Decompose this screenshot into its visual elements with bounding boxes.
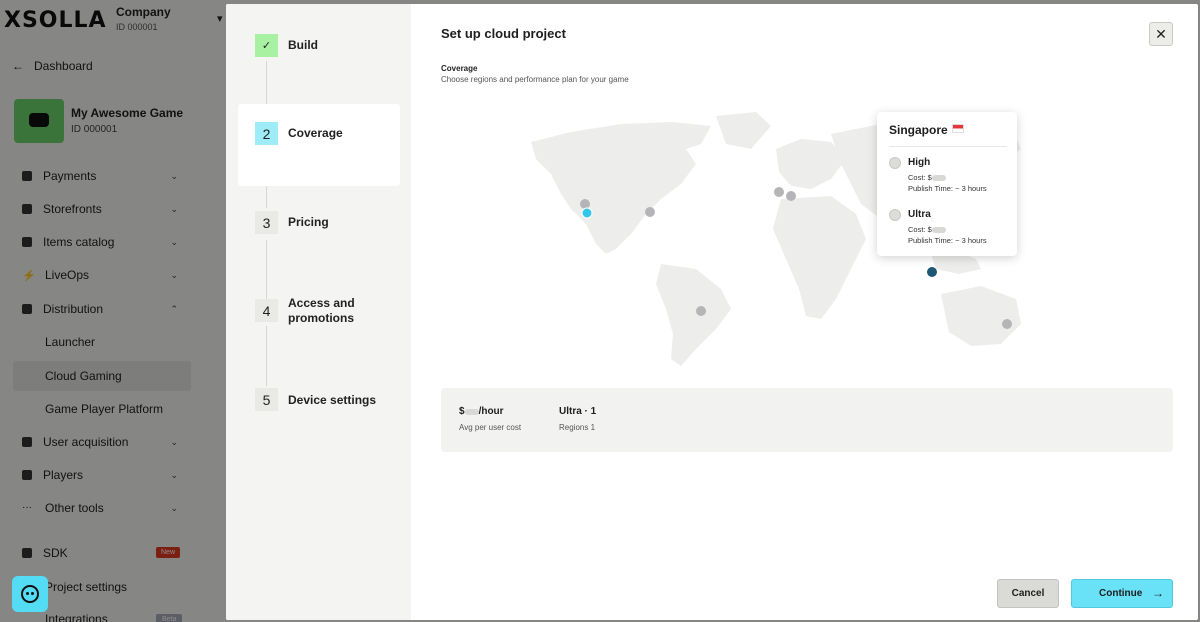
assistant-icon <box>21 585 39 603</box>
continue-button[interactable]: Continue → <box>1071 579 1173 608</box>
step-device-settings[interactable]: 5 Device settings <box>238 387 400 417</box>
radio-high[interactable] <box>889 157 901 169</box>
step-label: Pricing <box>288 215 329 229</box>
step-access-promotions[interactable]: 4 Access and promotions <box>238 296 400 332</box>
region-marker-us-east[interactable] <box>645 207 655 217</box>
region-marker-europe-west[interactable] <box>774 187 784 197</box>
plan-publish-time: Publish Time: ~ 3 hours <box>908 236 987 245</box>
greenland <box>716 112 771 149</box>
modal-title: Set up cloud project <box>441 26 566 41</box>
australia <box>941 286 1021 346</box>
region-marker-singapore[interactable] <box>927 267 937 277</box>
arrow-right-icon: → <box>1152 586 1164 600</box>
redacted-value <box>931 175 946 181</box>
step-coverage[interactable]: 2 Coverage <box>238 104 400 186</box>
step-number: 4 <box>255 299 278 322</box>
redacted-value <box>464 409 479 415</box>
region-popup: Singapore High Cost: $ Publish Time: ~ 3… <box>877 112 1017 256</box>
step-connector <box>266 326 267 386</box>
plan-cost: Cost: $ <box>908 173 946 182</box>
popup-divider <box>889 146 1007 147</box>
step-label: Build <box>288 38 318 52</box>
step-label: Coverage <box>288 126 343 140</box>
region-marker-australia[interactable] <box>1002 319 1012 329</box>
step-number: 3 <box>255 211 278 234</box>
avg-cost-label: Avg per user cost <box>459 423 522 432</box>
popup-region-title: Singapore <box>889 123 964 137</box>
step-pricing[interactable]: 3 Pricing <box>238 210 400 240</box>
region-marker-europe-central[interactable] <box>786 191 796 201</box>
region-name: Singapore <box>889 123 948 137</box>
redacted-value <box>931 227 946 233</box>
step-number: 2 <box>255 122 278 145</box>
check-icon: ✓ <box>255 34 278 57</box>
plan-publish-time: Publish Time: ~ 3 hours <box>908 184 987 193</box>
continue-label: Continue <box>1099 588 1143 599</box>
modal-content: Set up cloud project ✕ Coverage Choose r… <box>411 4 1198 620</box>
cost-suffix: /hour <box>478 406 504 417</box>
region-marker-brazil[interactable] <box>696 306 706 316</box>
step-number: 5 <box>255 388 278 411</box>
step-connector <box>266 61 267 104</box>
help-assistant-button[interactable] <box>12 576 48 612</box>
cost-prefix: $ <box>459 406 465 417</box>
region-marker-us-west[interactable] <box>581 207 593 219</box>
step-connector <box>266 186 267 208</box>
coverage-label: Coverage <box>441 64 478 73</box>
plan-cost-prefix: Cost: $ <box>908 225 932 234</box>
radio-ultra[interactable] <box>889 209 901 221</box>
singapore-flag-icon <box>951 124 964 133</box>
step-connector <box>266 240 267 299</box>
stepper: ✓ Build 2 Coverage 3 Pricing 4 Access an… <box>226 4 411 620</box>
cost-summary: $ /hour Avg per user cost Ultra · 1 Regio… <box>441 388 1173 452</box>
coverage-description: Choose regions and performance plan for … <box>441 75 629 84</box>
step-label: Access and promotions <box>288 296 355 325</box>
plan-name: High <box>908 157 931 168</box>
step-build[interactable]: ✓ Build <box>238 34 400 64</box>
step-label: Device settings <box>288 393 377 407</box>
close-icon[interactable]: ✕ <box>1149 22 1173 46</box>
plan-cost: Cost: $ <box>908 225 946 234</box>
south-america <box>656 264 731 366</box>
plan-cost-prefix: Cost: $ <box>908 173 932 182</box>
avg-cost-value: $ /hour <box>459 406 504 417</box>
africa <box>773 196 866 319</box>
cancel-button[interactable]: Cancel <box>997 579 1059 608</box>
region-marker-us-west-north[interactable] <box>580 199 590 209</box>
north-america <box>531 122 711 254</box>
plan-name: Ultra <box>908 209 931 220</box>
regions-count: Regions 1 <box>559 423 596 432</box>
setup-modal: ✓ Build 2 Coverage 3 Pricing 4 Access an… <box>226 4 1198 620</box>
plan-summary: Ultra · 1 <box>559 406 597 417</box>
